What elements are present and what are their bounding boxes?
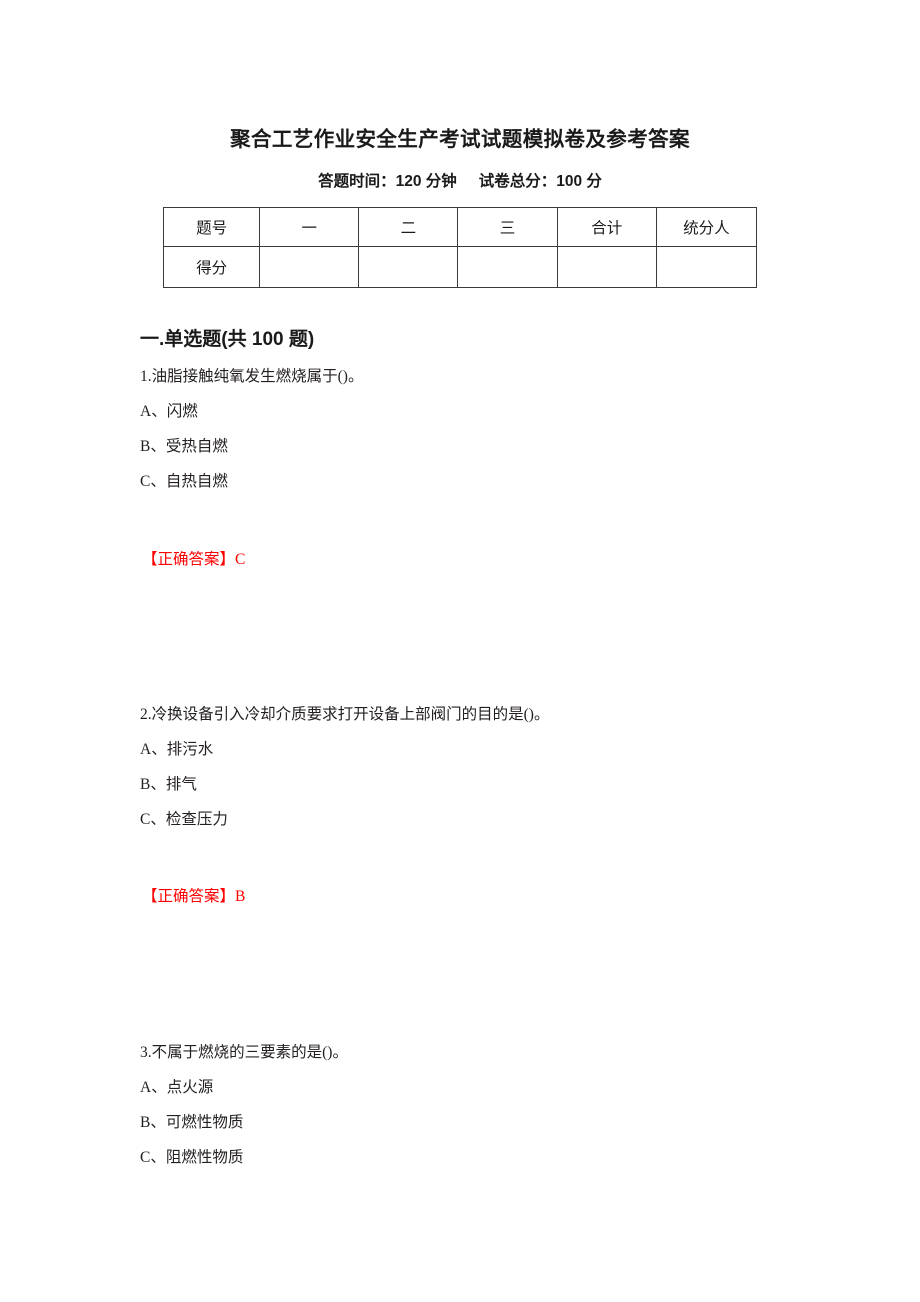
question-option[interactable]: B、可燃性物质 <box>140 1112 840 1134</box>
table-header-cell: 合计 <box>556 207 657 247</box>
table-header-cell: 一 <box>259 207 360 247</box>
table-row: 得分 <box>162 246 758 288</box>
option-text: 阻燃性物质 <box>165 1149 244 1166</box>
option-key: B、 <box>140 776 166 793</box>
option-key: B、 <box>140 1114 166 1131</box>
exam-meta-line: 答题时间：120 分钟 试卷总分：100 分 <box>0 169 920 191</box>
question-option[interactable]: A、排污水 <box>140 739 840 761</box>
question-option[interactable]: B、受热自燃 <box>140 436 840 458</box>
score-table: 题号 一 二 三 合计 统分人 得分 <box>162 207 758 288</box>
table-header-cell: 三 <box>457 207 558 247</box>
answer-time-label: 答题时间：120 分钟 <box>318 173 457 190</box>
score-cell-3[interactable] <box>457 246 558 288</box>
option-text: 受热自燃 <box>165 438 228 455</box>
score-cell-2[interactable] <box>358 246 459 288</box>
option-text: 检查压力 <box>165 811 228 828</box>
option-text: 排气 <box>165 776 197 793</box>
score-cell-grader[interactable] <box>655 246 758 288</box>
option-key: C、 <box>140 1149 166 1166</box>
question-option[interactable]: A、闪燃 <box>140 401 840 423</box>
option-text: 可燃性物质 <box>165 1114 244 1131</box>
question-option[interactable]: B、排气 <box>140 774 840 796</box>
question-stem: 1.油脂接触纯氧发生燃烧属于()。 <box>140 368 364 385</box>
exam-page: 聚合工艺作业安全生产考试试题模拟卷及参考答案 答题时间：120 分钟 试卷总分：1… <box>0 0 920 1302</box>
question-block-1: 1.油脂接触纯氧发生燃烧属于()。 A、闪燃 B、受热自燃 C、自热自燃 <box>140 366 840 493</box>
table-header-cell: 二 <box>358 207 459 247</box>
score-cell-1[interactable] <box>259 246 360 288</box>
answer-value: B <box>235 888 246 905</box>
option-text: 自热自燃 <box>165 473 228 490</box>
option-key: C、 <box>140 473 166 490</box>
question-block-2: 2.冷换设备引入冷却介质要求打开设备上部阀门的目的是()。 A、排污水 B、排气… <box>140 704 840 831</box>
question-block-3: 3.不属于燃烧的三要素的是()。 A、点火源 B、可燃性物质 C、阻燃性物质 <box>140 1042 840 1169</box>
question-option[interactable]: C、自热自燃 <box>140 471 840 493</box>
section-heading-single-choice: 一.单选题(共 100 题) <box>140 329 315 350</box>
question-stem: 2.冷换设备引入冷却介质要求打开设备上部阀门的目的是()。 <box>140 706 550 723</box>
option-text: 闪燃 <box>166 403 198 420</box>
table-row: 题号 一 二 三 合计 统分人 <box>162 207 758 247</box>
option-key: A、 <box>140 741 167 758</box>
answer-label: 【正确答案】 <box>142 888 236 905</box>
answer-value: C <box>235 551 246 568</box>
option-key: A、 <box>140 1079 167 1096</box>
question-stem: 3.不属于燃烧的三要素的是()。 <box>140 1044 348 1061</box>
page-title: 聚合工艺作业安全生产考试试题模拟卷及参考答案 <box>230 128 690 151</box>
option-text: 点火源 <box>166 1079 214 1096</box>
question-option[interactable]: C、阻燃性物质 <box>140 1147 840 1169</box>
option-key: C、 <box>140 811 166 828</box>
correct-answer-1: 【正确答案】C <box>142 549 245 571</box>
answer-label: 【正确答案】 <box>142 551 236 568</box>
table-header-cell: 题号 <box>162 207 261 247</box>
total-score-label: 试卷总分：100 分 <box>478 173 602 190</box>
correct-answer-2: 【正确答案】B <box>142 886 245 908</box>
option-text: 排污水 <box>166 741 214 758</box>
option-key: B、 <box>140 438 166 455</box>
question-option[interactable]: A、点火源 <box>140 1077 840 1099</box>
table-row-label: 得分 <box>162 246 261 288</box>
score-cell-total[interactable] <box>556 246 657 288</box>
table-header-cell: 统分人 <box>655 207 758 247</box>
option-key: A、 <box>140 403 167 420</box>
question-option[interactable]: C、检查压力 <box>140 809 840 831</box>
